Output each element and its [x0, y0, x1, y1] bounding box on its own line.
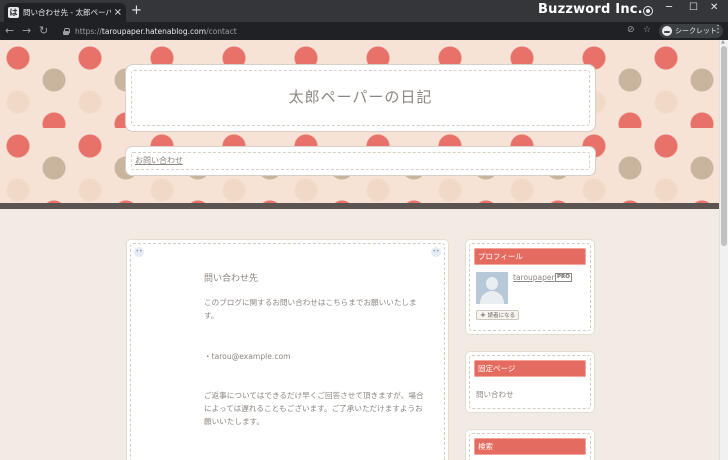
- close-icon[interactable]: ×: [114, 7, 122, 18]
- close-window-icon[interactable]: ✕: [710, 2, 718, 13]
- maximize-icon[interactable]: ☐: [689, 2, 698, 13]
- avatar[interactable]: [476, 272, 508, 304]
- fixed-page-heading: 固定ページ: [474, 360, 586, 377]
- article-entry: •• •• 問い合わせ先 このブログに関するお問い合わせはこちらまでお願いいたし…: [127, 240, 448, 460]
- pro-badge: PRO: [555, 273, 572, 282]
- entry-title: 問い合わせ先: [204, 274, 259, 284]
- blog-title-box: 太郎ペーパーの日記: [129, 68, 592, 128]
- corner-ornament-icon: ••: [431, 247, 441, 257]
- incognito-icon: [662, 26, 672, 36]
- profile-widget: プロフィール taroupaper PRO + 読者になる: [466, 240, 594, 334]
- star-icon[interactable]: ☆: [643, 25, 651, 35]
- lock-icon: [63, 27, 70, 35]
- search-heading: 検索: [474, 438, 586, 455]
- page-scrollbar[interactable]: ▲: [719, 40, 728, 460]
- address-bar[interactable]: https://taroupaper.hatenablog.com/contac…: [57, 24, 655, 38]
- url-text: https://taroupaper.hatenablog.com/contac…: [75, 26, 237, 36]
- brand-watermark: Buzzword Inc.: [538, 2, 643, 17]
- profile-name-link[interactable]: taroupaper: [513, 273, 555, 282]
- entry-paragraph: ・tarou@example.com: [204, 352, 291, 361]
- forward-arrow-icon[interactable]: →: [22, 24, 31, 38]
- hatena-favicon-icon: はて: [8, 7, 19, 28]
- profile-icon[interactable]: [644, 7, 652, 15]
- scroll-up-icon[interactable]: ▲: [721, 40, 725, 45]
- nav-link-contact[interactable]: お問い合わせ: [135, 155, 183, 166]
- tab-strip: はて 問い合わせ先 - 太郎ペーパーの日記 × + Buzzword Inc. …: [0, 0, 728, 28]
- follow-button[interactable]: + 読者になる: [476, 310, 520, 320]
- search-widget: 検索: [466, 430, 594, 460]
- global-nav: お問い合わせ: [129, 150, 592, 172]
- new-tab-button[interactable]: +: [131, 4, 142, 18]
- back-arrow-icon[interactable]: ←: [5, 24, 14, 38]
- camera-off-icon[interactable]: ⊘: [627, 25, 635, 35]
- tab-title: 問い合わせ先 - 太郎ペーパーの日記: [23, 8, 111, 17]
- fixed-page-link-contact[interactable]: 問い合わせ: [476, 389, 514, 400]
- entry-paragraph: このブログに関するお問い合わせはこちらまでお願いいたします。: [204, 298, 417, 320]
- header-divider: [0, 203, 719, 209]
- browser-toolbar: ← → ↻ https://taroupaper.hatenablog.com/…: [0, 22, 728, 40]
- fixed-page-widget: 固定ページ 問い合わせ: [466, 352, 594, 412]
- reload-icon[interactable]: ↻: [39, 24, 48, 38]
- blog-title[interactable]: 太郎ペーパーの日記: [129, 86, 592, 107]
- corner-ornament-icon: ••: [134, 247, 144, 257]
- active-tab[interactable]: はて 問い合わせ先 - 太郎ペーパーの日記 ×: [4, 3, 126, 28]
- menu-icon[interactable]: ⋮: [713, 25, 723, 35]
- profile-widget-heading: プロフィール: [474, 248, 586, 265]
- minimize-icon[interactable]: ─: [666, 2, 672, 13]
- incognito-label: シークレット: [675, 27, 717, 35]
- scroll-thumb[interactable]: [721, 46, 727, 246]
- entry-paragraph: ご返事についてはできるだけ早くご回答させて頂きますが、場合によっては遅れることも…: [204, 391, 424, 426]
- plus-icon: +: [480, 311, 486, 319]
